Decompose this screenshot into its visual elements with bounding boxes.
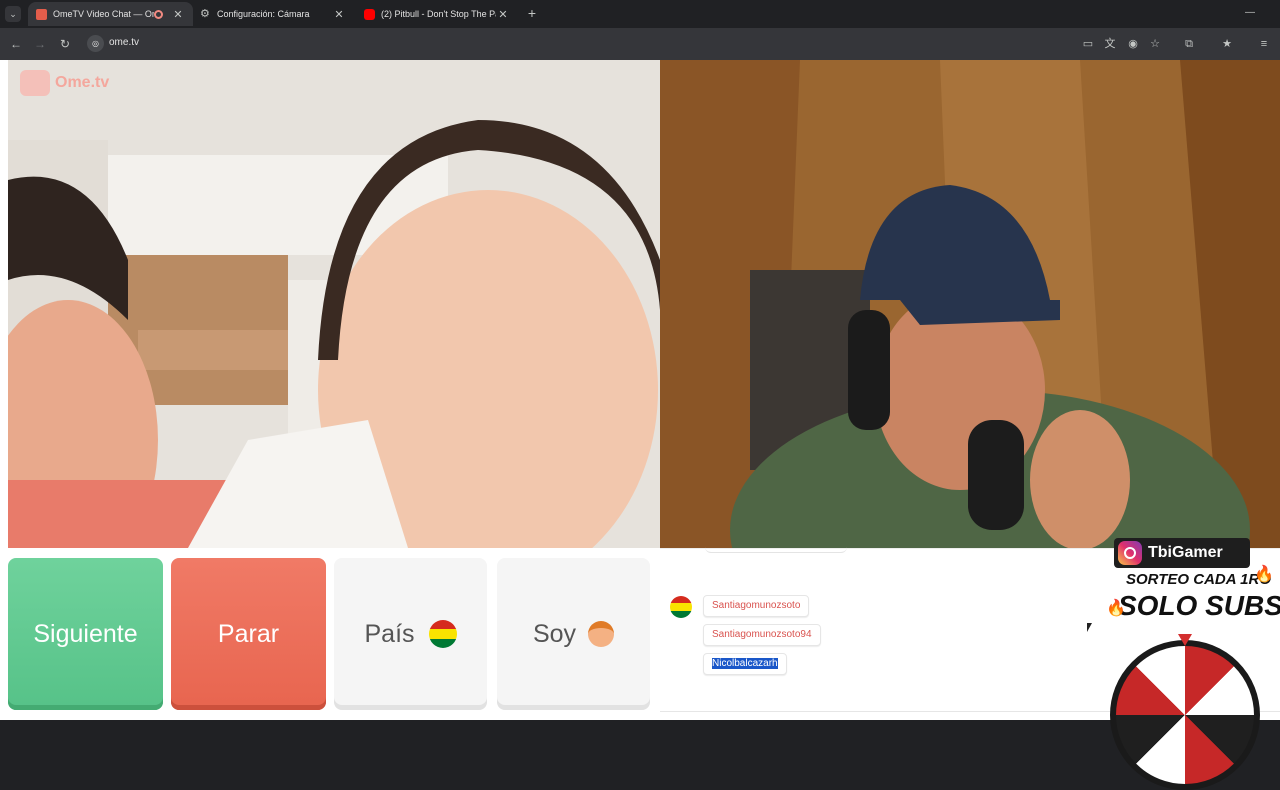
menu-icon[interactable]: ≡: [1256, 36, 1272, 52]
boy-face-icon: [588, 621, 615, 647]
back-arrow-icon[interactable]: ←: [8, 36, 24, 52]
local-video: [660, 60, 1280, 548]
stop-button[interactable]: Parar: [171, 558, 326, 710]
minimize-icon[interactable]: —: [1243, 4, 1257, 22]
country-button[interactable]: País: [334, 558, 487, 710]
tab-title: (2) Pitbull - Don't Stop The Party: [381, 9, 496, 19]
bookmark-star-icon[interactable]: ☆: [1147, 36, 1163, 52]
forward-arrow-icon[interactable]: →: [32, 36, 48, 52]
tab-title: OmeTV Video Chat — Ome: [53, 9, 154, 19]
country-label: País: [364, 619, 415, 648]
eye-off-icon[interactable]: ◉: [1125, 36, 1141, 52]
translate-icon[interactable]: 文: [1102, 36, 1118, 52]
subs-only-text: SOLO SUBS: [1118, 590, 1280, 621]
next-button[interactable]: Siguiente: [8, 558, 163, 710]
instagram-icon: [1118, 541, 1142, 565]
gender-label: Soy: [532, 619, 577, 648]
next-label: Siguiente: [33, 619, 138, 648]
previous-message-bubble: [705, 545, 847, 553]
ometv-favicon-icon: [36, 8, 47, 20]
gender-button[interactable]: Soy: [497, 558, 650, 710]
install-app-icon[interactable]: ▭: [1080, 36, 1096, 52]
local-video-scene: [660, 60, 1280, 548]
remote-video: Ome.tv: [8, 60, 660, 548]
mouse-cursor-icon: [1087, 623, 1092, 632]
browser-tab-bar: ⌄ OmeTV Video Chat — Ome ✕ ⚙ Configuraci…: [0, 0, 1280, 28]
address-bar[interactable]: ◎ ome.tv: [84, 32, 1184, 56]
stream-overlay: TbiGamer SORTEO CADA 1RO 🔥 SOLO SUBS 🔥: [1106, 538, 1280, 790]
browser-toolbar: ← → ↻ ◎ ome.tv ▭ 文 ◉ ☆ ⧉ ★ ≡: [0, 28, 1280, 60]
wheel-pointer-icon: [1178, 634, 1192, 646]
instagram-badge: TbiGamer: [1114, 538, 1250, 568]
url-text: ome.tv: [109, 37, 140, 48]
close-tab-icon[interactable]: ✕: [332, 8, 346, 21]
extensions-icon[interactable]: ⧉: [1181, 36, 1197, 52]
reload-icon[interactable]: ↻: [57, 36, 73, 52]
close-tab-icon[interactable]: ✕: [496, 8, 510, 21]
chat-message: Nicolbalcazarh: [703, 653, 787, 675]
ometv-logo: Ome.tv: [20, 70, 109, 96]
gear-icon: ⚙: [200, 7, 210, 20]
bolivia-flag-icon: [428, 620, 457, 648]
tab-ometv[interactable]: OmeTV Video Chat — Ome ✕: [28, 2, 193, 26]
chat-message: Santiagomunozsoto: [703, 595, 810, 617]
giveaway-text: SORTEO CADA 1RO: [1126, 571, 1272, 588]
remote-video-scene: [8, 60, 660, 548]
chat-message-text: Santiagomunozsoto: [712, 600, 801, 611]
prize-wheel: [1110, 640, 1260, 790]
chat-message-text: Santiagomunozsoto94: [712, 629, 812, 640]
chat-message-text-selected[interactable]: Nicolbalcazarh: [712, 658, 778, 669]
tab-search-button[interactable]: ⌄: [5, 6, 21, 22]
recording-icon: [154, 9, 163, 19]
instagram-handle: TbiGamer: [1148, 544, 1223, 561]
ometv-page: Ome.tv Siguiente Parar País Soy Santiago…: [0, 60, 1280, 720]
partner-flag-icon: [670, 596, 692, 618]
chat-message: Santiagomunozsoto94: [703, 624, 821, 646]
bookmarks-icon[interactable]: ★: [1219, 36, 1235, 52]
new-tab-icon[interactable]: +: [524, 4, 540, 22]
close-tab-icon[interactable]: ✕: [171, 8, 185, 21]
tab-camera-settings[interactable]: ⚙ Configuración: Cámara ✕: [192, 2, 354, 26]
youtube-icon: [364, 8, 375, 20]
fire-icon: 🔥: [1254, 566, 1274, 583]
tab-title: Configuración: Cámara: [217, 9, 310, 19]
logo-text: Ome.tv: [55, 74, 110, 91]
ometv-logo-icon: [20, 70, 50, 96]
fire-icon: 🔥: [1106, 600, 1126, 617]
stop-label: Parar: [217, 619, 280, 648]
tab-youtube[interactable]: (2) Pitbull - Don't Stop The Party ✕: [356, 2, 518, 26]
site-info-icon[interactable]: ◎: [87, 35, 104, 52]
